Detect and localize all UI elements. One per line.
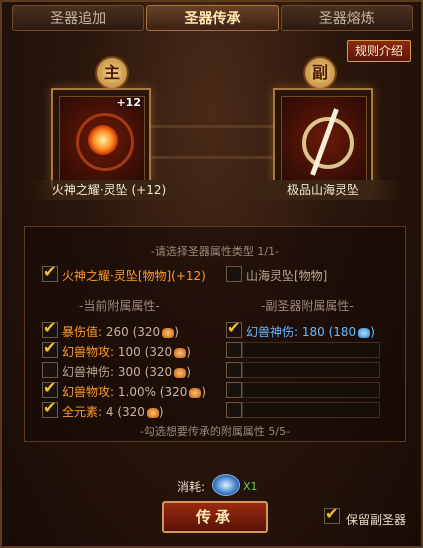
attr-type-sub-checkbox[interactable] — [226, 266, 242, 282]
attr-name: 幻兽物攻: — [62, 385, 115, 399]
attr-close: ) — [158, 405, 164, 419]
attr-name: 全元素: — [62, 405, 103, 419]
empty-attr-slot — [242, 382, 380, 398]
empty-attr-slot — [242, 402, 380, 418]
main-badge: 主 — [95, 56, 129, 90]
attr-close: ) — [174, 325, 179, 339]
current-attr-checkbox[interactable] — [42, 318, 58, 338]
tab-smelt[interactable]: 圣器熔炼 — [280, 5, 413, 31]
current-attr-row: 幻兽物攻: 1.00% (320) — [62, 383, 206, 400]
sub-attr-row: 幻兽神伤: 180 (180) — [246, 323, 375, 340]
attr-close: ) — [186, 345, 191, 359]
attr-type-sub-label: 山海灵坠[物物] — [246, 269, 328, 283]
rules-button[interactable]: 规则介绍 — [347, 40, 411, 62]
sub-item-name: 极品山海灵坠 — [243, 180, 403, 200]
current-attr-row: 幻兽神伤: 300 (320) — [62, 363, 191, 380]
sub-attr-checkbox[interactable] — [226, 342, 242, 358]
attr-type-hint: -请选择圣器属性类型 1/1- — [150, 245, 280, 258]
sub-attr-checkbox[interactable] — [226, 402, 242, 418]
tab-heritage[interactable]: 圣器传承 — [146, 5, 279, 31]
attribute-box: -请选择圣器属性类型 1/1- 火神之耀·灵坠[物物](+12) 山海灵坠[物物… — [24, 226, 406, 442]
beast-icon — [174, 367, 187, 378]
current-attr-row: 幻兽物攻: 100 (320) — [62, 343, 191, 360]
inherit-button[interactable]: 传承 — [162, 501, 268, 533]
crystal-item-icon[interactable] — [212, 474, 240, 496]
main-item-level: +12 — [116, 96, 141, 109]
cost-quantity: X1 — [243, 480, 258, 493]
current-attr-row: 暴伤值: 260 (320) — [62, 323, 179, 340]
attr-name: 幻兽物攻: — [62, 345, 115, 359]
slot-connector — [150, 125, 276, 159]
tab-append[interactable]: 圣器追加 — [12, 5, 145, 31]
attr-name: 幻兽神伤: — [62, 365, 115, 379]
attr-type-main-checkbox[interactable] — [42, 262, 58, 282]
cost-label: 消耗: — [177, 480, 206, 494]
attr-value: 1.00% (320 — [117, 385, 188, 399]
sub-attr-checkbox[interactable] — [226, 318, 242, 338]
heritage-panel: 圣器追加 圣器传承 圣器熔炼 规则介绍 主 副 +12 火神之耀·灵坠 (+12… — [0, 0, 423, 548]
attr-value: 100 (320 — [117, 345, 173, 359]
current-attr-checkbox[interactable] — [42, 398, 58, 418]
sub-attr-checkbox[interactable] — [226, 382, 242, 398]
select-hint: -勾选想要传承的附属属性 5/5- — [139, 425, 291, 438]
attr-close: ) — [201, 385, 207, 399]
sub-badge: 副 — [303, 56, 337, 90]
attr-value: 300 (320 — [117, 365, 173, 379]
empty-attr-slot — [242, 362, 380, 378]
beast-icon — [189, 387, 202, 398]
current-attr-checkbox[interactable] — [42, 378, 58, 398]
attr-value: 4 (320 — [105, 405, 145, 419]
attr-name: 幻兽神伤: — [246, 325, 299, 339]
attr-close: ) — [370, 325, 375, 339]
beast-icon — [146, 407, 159, 418]
attr-value: 260 (320 — [105, 325, 161, 339]
attr-close: ) — [186, 365, 191, 379]
fire-orb-icon — [88, 125, 118, 155]
current-attr-checkbox[interactable] — [42, 362, 58, 378]
current-attr-row: 全元素: 4 (320) — [62, 403, 164, 420]
sub-attrs-title: -副圣器附属属性- — [261, 299, 354, 313]
beast-icon — [162, 327, 175, 338]
keep-sub-checkbox[interactable] — [324, 504, 340, 524]
main-item-slot[interactable]: +12 — [51, 88, 151, 188]
keep-sub-label: 保留副圣器 — [346, 513, 407, 527]
beast-icon — [174, 347, 187, 358]
attr-name: 暴伤值: — [62, 325, 103, 339]
sub-item-slot[interactable] — [273, 88, 373, 188]
sub-item-icon — [281, 96, 367, 182]
current-attrs-title: -当前附属属性- — [79, 299, 160, 313]
attr-type-main-label: 火神之耀·灵坠[物物](+12) — [62, 269, 206, 283]
empty-attr-slot — [242, 342, 380, 358]
current-attr-checkbox[interactable] — [42, 338, 58, 358]
main-item-name: 火神之耀·灵坠 (+12) — [29, 180, 189, 200]
sub-attr-checkbox[interactable] — [226, 362, 242, 378]
attr-value: 180 (180 — [301, 325, 357, 339]
beast-icon — [358, 327, 371, 338]
tab-bar: 圣器追加 圣器传承 圣器熔炼 — [12, 5, 415, 33]
